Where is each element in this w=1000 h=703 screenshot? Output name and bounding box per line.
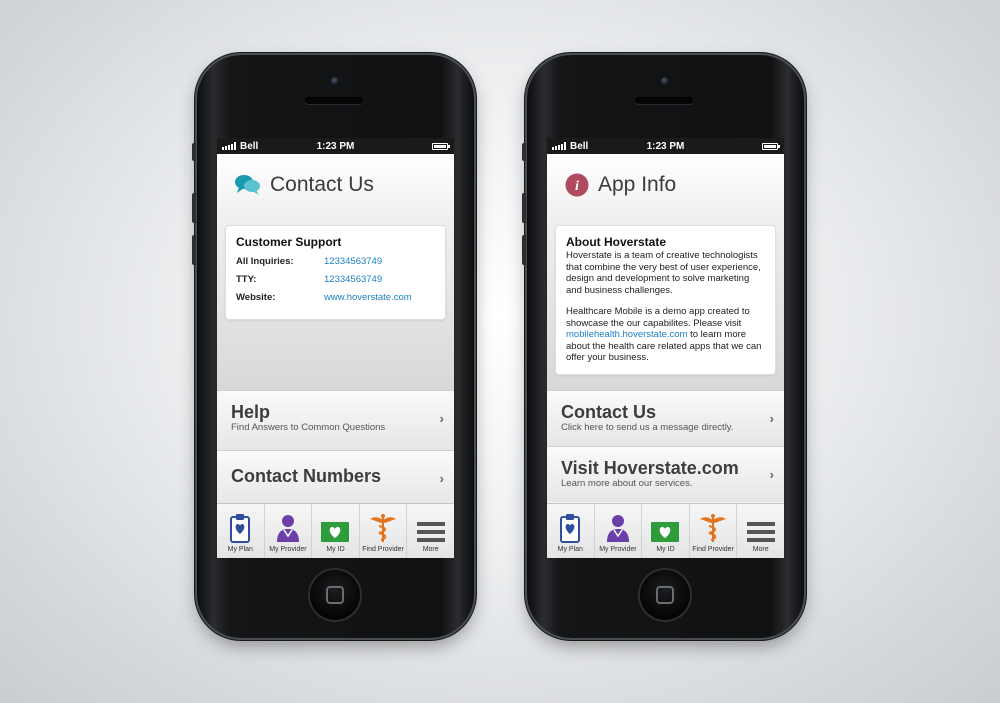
tab-bar: My Plan My Provider My ID Find Provider … — [217, 503, 454, 558]
clipboard-heart-icon — [230, 514, 251, 543]
demo-paragraph: Healthcare Mobile is a demo app created … — [566, 306, 762, 363]
tab-find-provider[interactable]: Find Provider — [690, 504, 738, 558]
tab-label: My Provider — [599, 546, 637, 553]
contact-numbers-row[interactable]: Contact Numbers › — [217, 450, 454, 506]
tab-my-plan[interactable]: My Plan — [217, 504, 265, 558]
contact-row: Website: www.hoverstate.com — [236, 292, 435, 303]
clock: 1:23 PM — [646, 140, 685, 152]
menu-lines-icon — [416, 522, 445, 542]
status-bar: Bell 1:23 PM — [547, 138, 784, 154]
contact-label: Website: — [236, 292, 276, 303]
phone-contact: Bell 1:23 PM Contact Us Customer Support… — [192, 55, 474, 638]
about-paragraph: Hoverstate is a team of creative technol… — [566, 250, 761, 296]
contact-label: TTY: — [236, 274, 257, 285]
tab-label: Find Provider — [692, 546, 734, 553]
page-header: i App Info — [547, 154, 784, 216]
content-area: Customer Support All Inquiries: 12334563… — [217, 216, 454, 390]
home-button — [640, 570, 690, 620]
contact-label: All Inquiries: — [236, 256, 294, 267]
mobilehealth-link[interactable]: mobilehealth.hoverstate.com — [566, 329, 687, 340]
page-title: App Info — [598, 173, 677, 196]
tab-my-id[interactable]: My ID — [312, 504, 360, 558]
phone-app-info: Bell 1:23 PM i App Info About Hoverstate… — [522, 55, 804, 638]
tab-my-id[interactable]: My ID — [642, 504, 690, 558]
chevron-right-icon: › — [439, 411, 444, 426]
tab-bar: My Plan My Provider My ID Find Provider … — [547, 503, 784, 558]
home-button — [310, 570, 360, 620]
visit-website-row[interactable]: Visit Hoverstate.com Learn more about ou… — [547, 446, 784, 502]
id-card-heart-icon — [321, 522, 350, 542]
nav-subtitle: Find Answers to Common Questions — [231, 422, 386, 433]
contact-us-row[interactable]: Contact Us Click here to send us a messa… — [547, 390, 784, 446]
clock: 1:23 PM — [316, 140, 355, 152]
earpiece-speaker — [635, 97, 693, 104]
tab-my-plan[interactable]: My Plan — [547, 504, 595, 558]
contact-row: All Inquiries: 12334563749 — [236, 256, 435, 267]
doctor-icon — [606, 515, 629, 542]
card-heading: About Hoverstate — [566, 235, 667, 249]
chevron-right-icon: › — [439, 471, 444, 486]
front-camera — [331, 77, 339, 85]
chat-bubbles-icon — [235, 175, 260, 195]
tab-more[interactable]: More — [737, 504, 784, 558]
earpiece-speaker — [305, 97, 363, 104]
nav-title: Contact Us — [561, 402, 657, 422]
info-icon: i — [565, 173, 589, 197]
tab-more[interactable]: More — [407, 504, 454, 558]
tab-my-provider[interactable]: My Provider — [265, 504, 313, 558]
tab-my-provider[interactable]: My Provider — [595, 504, 643, 558]
id-card-heart-icon — [651, 522, 680, 542]
tty-link[interactable]: 12334563749 — [324, 274, 382, 285]
card-heading: Customer Support — [236, 235, 342, 249]
nav-subtitle: Learn more about our services. — [561, 478, 693, 489]
app-info-screen: Bell 1:23 PM i App Info About Hoverstate… — [547, 138, 784, 558]
chevron-right-icon: › — [769, 467, 774, 482]
doctor-icon — [276, 515, 299, 542]
menu-lines-icon — [746, 522, 775, 542]
contact-screen: Bell 1:23 PM Contact Us Customer Support… — [217, 138, 454, 558]
status-bar: Bell 1:23 PM — [217, 138, 454, 154]
chevron-right-icon: › — [769, 411, 774, 426]
contact-row: TTY: 12334563749 — [236, 274, 435, 285]
page-header: Contact Us — [217, 154, 454, 216]
tab-label: More — [422, 546, 439, 553]
nav-subtitle: Click here to send us a message directly… — [561, 422, 734, 433]
about-card: About Hoverstate Hoverstate is a team of… — [555, 225, 776, 375]
battery-icon — [762, 143, 780, 150]
svg-text:i: i — [575, 179, 579, 194]
page-title: Contact Us — [270, 173, 374, 196]
volume-down-button — [192, 235, 196, 265]
nav-title: Help — [231, 402, 271, 422]
tab-label: More — [752, 546, 769, 553]
customer-support-card: Customer Support All Inquiries: 12334563… — [225, 225, 446, 320]
help-row[interactable]: Help Find Answers to Common Questions › — [217, 390, 454, 450]
volume-up-button — [522, 193, 526, 223]
nav-title: Visit Hoverstate.com — [561, 458, 739, 478]
tab-label: My Provider — [269, 546, 307, 553]
volume-up-button — [192, 193, 196, 223]
battery-icon — [432, 143, 450, 150]
tab-label: My Plan — [227, 546, 253, 553]
volume-down-button — [522, 235, 526, 265]
tab-find-provider[interactable]: Find Provider — [360, 504, 408, 558]
tab-label: My ID — [656, 546, 675, 553]
tab-label: My ID — [326, 546, 345, 553]
tab-label: My Plan — [557, 546, 583, 553]
caduceus-icon — [700, 514, 727, 542]
website-link[interactable]: www.hoverstate.com — [324, 292, 412, 303]
phone-link[interactable]: 12334563749 — [324, 256, 382, 267]
content-area: About Hoverstate Hoverstate is a team of… — [547, 216, 784, 390]
clipboard-heart-icon — [560, 514, 581, 543]
tab-label: Find Provider — [362, 546, 404, 553]
mute-switch — [522, 143, 526, 161]
mute-switch — [192, 143, 196, 161]
nav-title: Contact Numbers — [231, 466, 382, 486]
caduceus-icon — [370, 514, 397, 542]
front-camera — [661, 77, 669, 85]
